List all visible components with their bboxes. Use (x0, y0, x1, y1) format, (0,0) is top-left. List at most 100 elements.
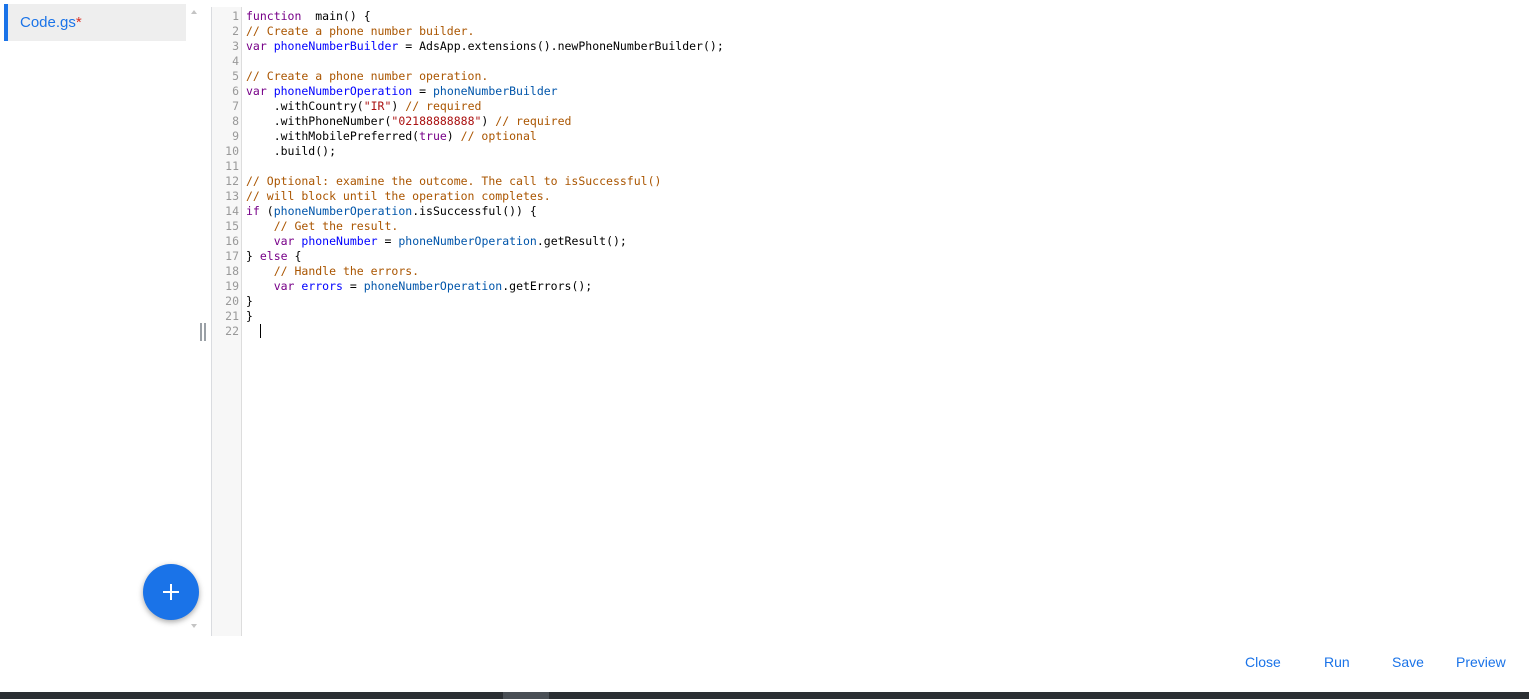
code-token: .build(); (246, 144, 337, 158)
line-numbers: 1 2 3 4 5 6 7 8 9 10 11 12 13 14 15 16 17 18 19 20 21 22 (212, 9, 239, 339)
code-line[interactable]: } else { (246, 249, 724, 264)
code-line[interactable] (246, 54, 724, 69)
line-number: 15 (225, 219, 239, 233)
code-token: var (273, 234, 295, 248)
code-token: else (259, 249, 288, 263)
code-token: phoneNumberBuilder (266, 39, 399, 53)
code-token: ) (391, 99, 406, 113)
line-number: 8 (232, 114, 239, 128)
line-number: 7 (232, 99, 239, 113)
taskbar-item[interactable] (503, 692, 549, 699)
code-token: } (246, 294, 253, 308)
code-token: // Create a phone number builder. (246, 24, 475, 38)
close-button[interactable]: Close (1245, 654, 1281, 674)
code-line[interactable]: var phoneNumber = phoneNumberOperation.g… (246, 234, 724, 249)
text-cursor (260, 324, 261, 338)
code-token: } (246, 309, 253, 323)
code-line[interactable]: } (246, 294, 724, 309)
code-line[interactable]: // Create a phone number operation. (246, 69, 724, 84)
scroll-up-arrow-icon[interactable] (191, 10, 197, 14)
add-file-button[interactable] (143, 564, 199, 620)
code-line[interactable]: } (246, 309, 724, 324)
code-token: errors (294, 279, 343, 293)
code-token: ) (446, 129, 461, 143)
code-token: // Create a phone number operation. (246, 69, 489, 83)
code-token: phoneNumberOperation (363, 279, 503, 293)
line-number: 20 (225, 294, 239, 308)
code-line[interactable]: // Handle the errors. (246, 264, 724, 279)
code-content[interactable]: function main() {// Create a phone numbe… (246, 9, 724, 339)
code-token: phoneNumber (294, 234, 378, 248)
os-taskbar (0, 692, 1529, 699)
code-token: // Optional: examine the outcome. The ca… (246, 174, 662, 188)
code-token: "02188888888" (391, 114, 482, 128)
line-number: 1 (232, 9, 239, 23)
code-token: // will block until the operation comple… (246, 189, 551, 203)
code-line[interactable]: var phoneNumberBuilder = AdsApp.extensio… (246, 39, 724, 54)
code-token: var (246, 84, 267, 98)
code-line[interactable]: function main() { (246, 9, 724, 24)
code-token: phoneNumberBuilder (432, 84, 558, 98)
line-number: 9 (232, 129, 239, 143)
line-number: 6 (232, 84, 239, 98)
code-token: .withMobilePreferred( (246, 129, 420, 143)
code-token: .withCountry( (246, 99, 364, 113)
code-line[interactable]: .withPhoneNumber("02188888888") // requi… (246, 114, 724, 129)
code-token: ) (481, 114, 496, 128)
code-token: "IR" (363, 99, 392, 113)
code-token: = AdsApp.extensions().newPhoneNumberBuil… (398, 39, 724, 53)
code-token: if (246, 204, 260, 218)
code-line[interactable]: .build(); (246, 144, 724, 159)
file-tab-code-gs[interactable]: Code.gs * (4, 4, 186, 41)
code-token: phoneNumberOperation (273, 204, 413, 218)
code-token: .getErrors(); (502, 279, 593, 293)
code-editor[interactable]: 1 2 3 4 5 6 7 8 9 10 11 12 13 14 15 16 17 18 19 20 21 22 func… (211, 7, 1529, 636)
line-number: 14 (225, 204, 239, 218)
code-line[interactable]: .withCountry("IR") // required (246, 99, 724, 114)
code-line[interactable]: if (phoneNumberOperation.isSuccessful())… (246, 204, 724, 219)
code-token: // required (495, 114, 572, 128)
plus-icon (163, 584, 179, 600)
code-token: = (342, 279, 364, 293)
file-name: Code.gs (20, 14, 76, 31)
unsaved-marker: * (75, 14, 82, 31)
save-button[interactable]: Save (1392, 654, 1424, 674)
pane-resize-handle[interactable] (200, 323, 207, 341)
code-token: // Handle the errors. (273, 264, 420, 278)
preview-button[interactable]: Preview (1456, 654, 1506, 674)
sidebar-scrollbar[interactable] (188, 4, 202, 632)
line-number: 21 (225, 309, 239, 323)
code-token: phoneNumberOperation (266, 84, 413, 98)
run-button[interactable]: Run (1324, 654, 1350, 674)
code-token: .withPhoneNumber( (246, 114, 392, 128)
code-token: true (419, 129, 447, 143)
line-number: 19 (225, 279, 239, 293)
line-number: 12 (225, 174, 239, 188)
code-token: } (246, 249, 260, 263)
code-token: ( (259, 204, 274, 218)
scroll-down-arrow-icon[interactable] (191, 624, 197, 628)
code-line[interactable]: // Optional: examine the outcome. The ca… (246, 174, 724, 189)
code-line[interactable]: var phoneNumberOperation = phoneNumberBu… (246, 84, 724, 99)
code-token: // optional (460, 129, 537, 143)
line-number: 2 (232, 24, 239, 38)
code-token: main() { (301, 9, 371, 23)
code-token: .getResult(); (536, 234, 627, 248)
line-number: 17 (225, 249, 239, 263)
line-number-gutter: 1 2 3 4 5 6 7 8 9 10 11 12 13 14 15 16 17 18 19 20 21 22 (212, 7, 242, 636)
code-line[interactable]: var errors = phoneNumberOperation.getErr… (246, 279, 724, 294)
code-token: { (287, 249, 302, 263)
line-number: 11 (225, 159, 239, 173)
code-token: // Get the result. (273, 219, 399, 233)
code-line[interactable] (246, 159, 724, 174)
code-line[interactable]: // Create a phone number builder. (246, 24, 724, 39)
code-token: function (246, 9, 302, 23)
line-number: 16 (225, 234, 239, 248)
code-line[interactable] (246, 324, 724, 339)
code-line[interactable]: // Get the result. (246, 219, 724, 234)
code-line[interactable]: // will block until the operation comple… (246, 189, 724, 204)
line-number: 22 (225, 324, 239, 338)
code-line[interactable]: .withMobilePreferred(true) // optional (246, 129, 724, 144)
